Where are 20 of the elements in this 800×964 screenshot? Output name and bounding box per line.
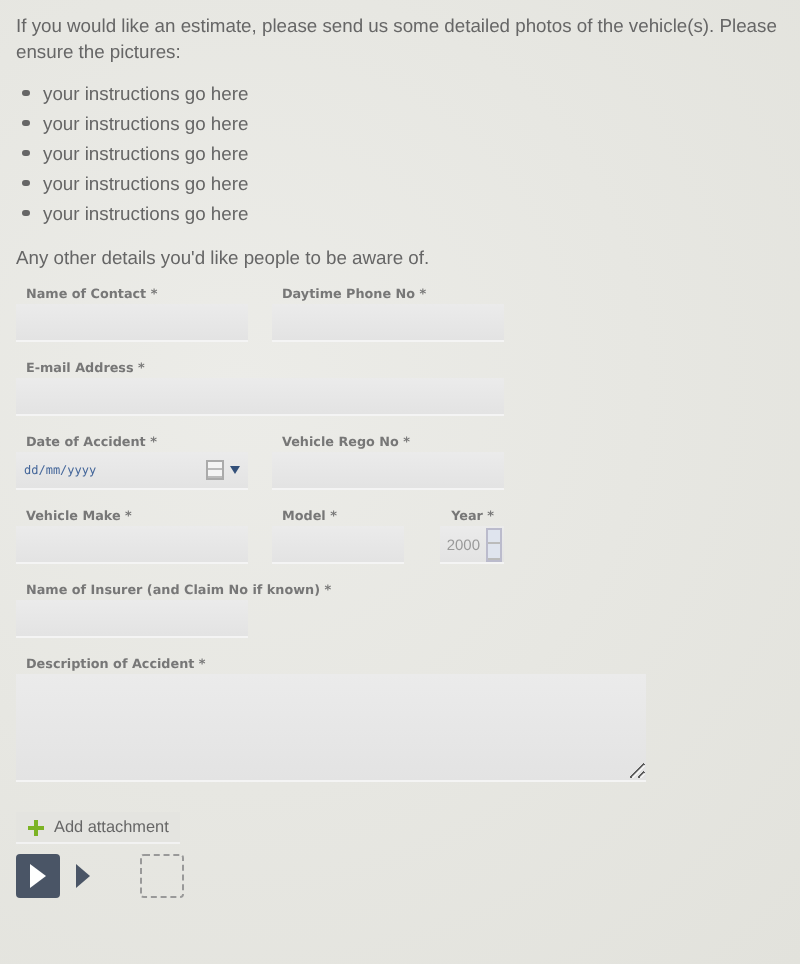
placeholder-box — [140, 854, 184, 898]
play-button[interactable] — [16, 854, 60, 898]
text-area[interactable] — [16, 674, 646, 782]
instruction-item: your instructions go here — [16, 198, 784, 228]
spinner-icon[interactable] — [486, 527, 502, 561]
instruction-item: your instructions go here — [16, 108, 784, 138]
instruction-item: your instructions go here — [16, 78, 784, 108]
intro-text: If you would like an estimate, please send us some detailed photos of the vehicle(s). Please ensure the pictures: — [16, 12, 779, 64]
bullet-icon — [22, 89, 29, 97]
instruction-item: your instructions go here — [16, 168, 784, 198]
play-icon — [30, 864, 46, 888]
bullet-icon — [22, 149, 29, 157]
dropdown-icon[interactable] — [230, 466, 240, 474]
plus-icon — [28, 819, 44, 835]
bullet-icon — [22, 179, 29, 187]
instruction-item: your instructions go here — [16, 138, 784, 168]
bullet-icon — [22, 119, 29, 127]
arrow-icon[interactable] — [76, 864, 90, 888]
note-text: Any other details you'd like people to be aware of. — [16, 244, 432, 270]
bullet-icon — [22, 209, 29, 217]
